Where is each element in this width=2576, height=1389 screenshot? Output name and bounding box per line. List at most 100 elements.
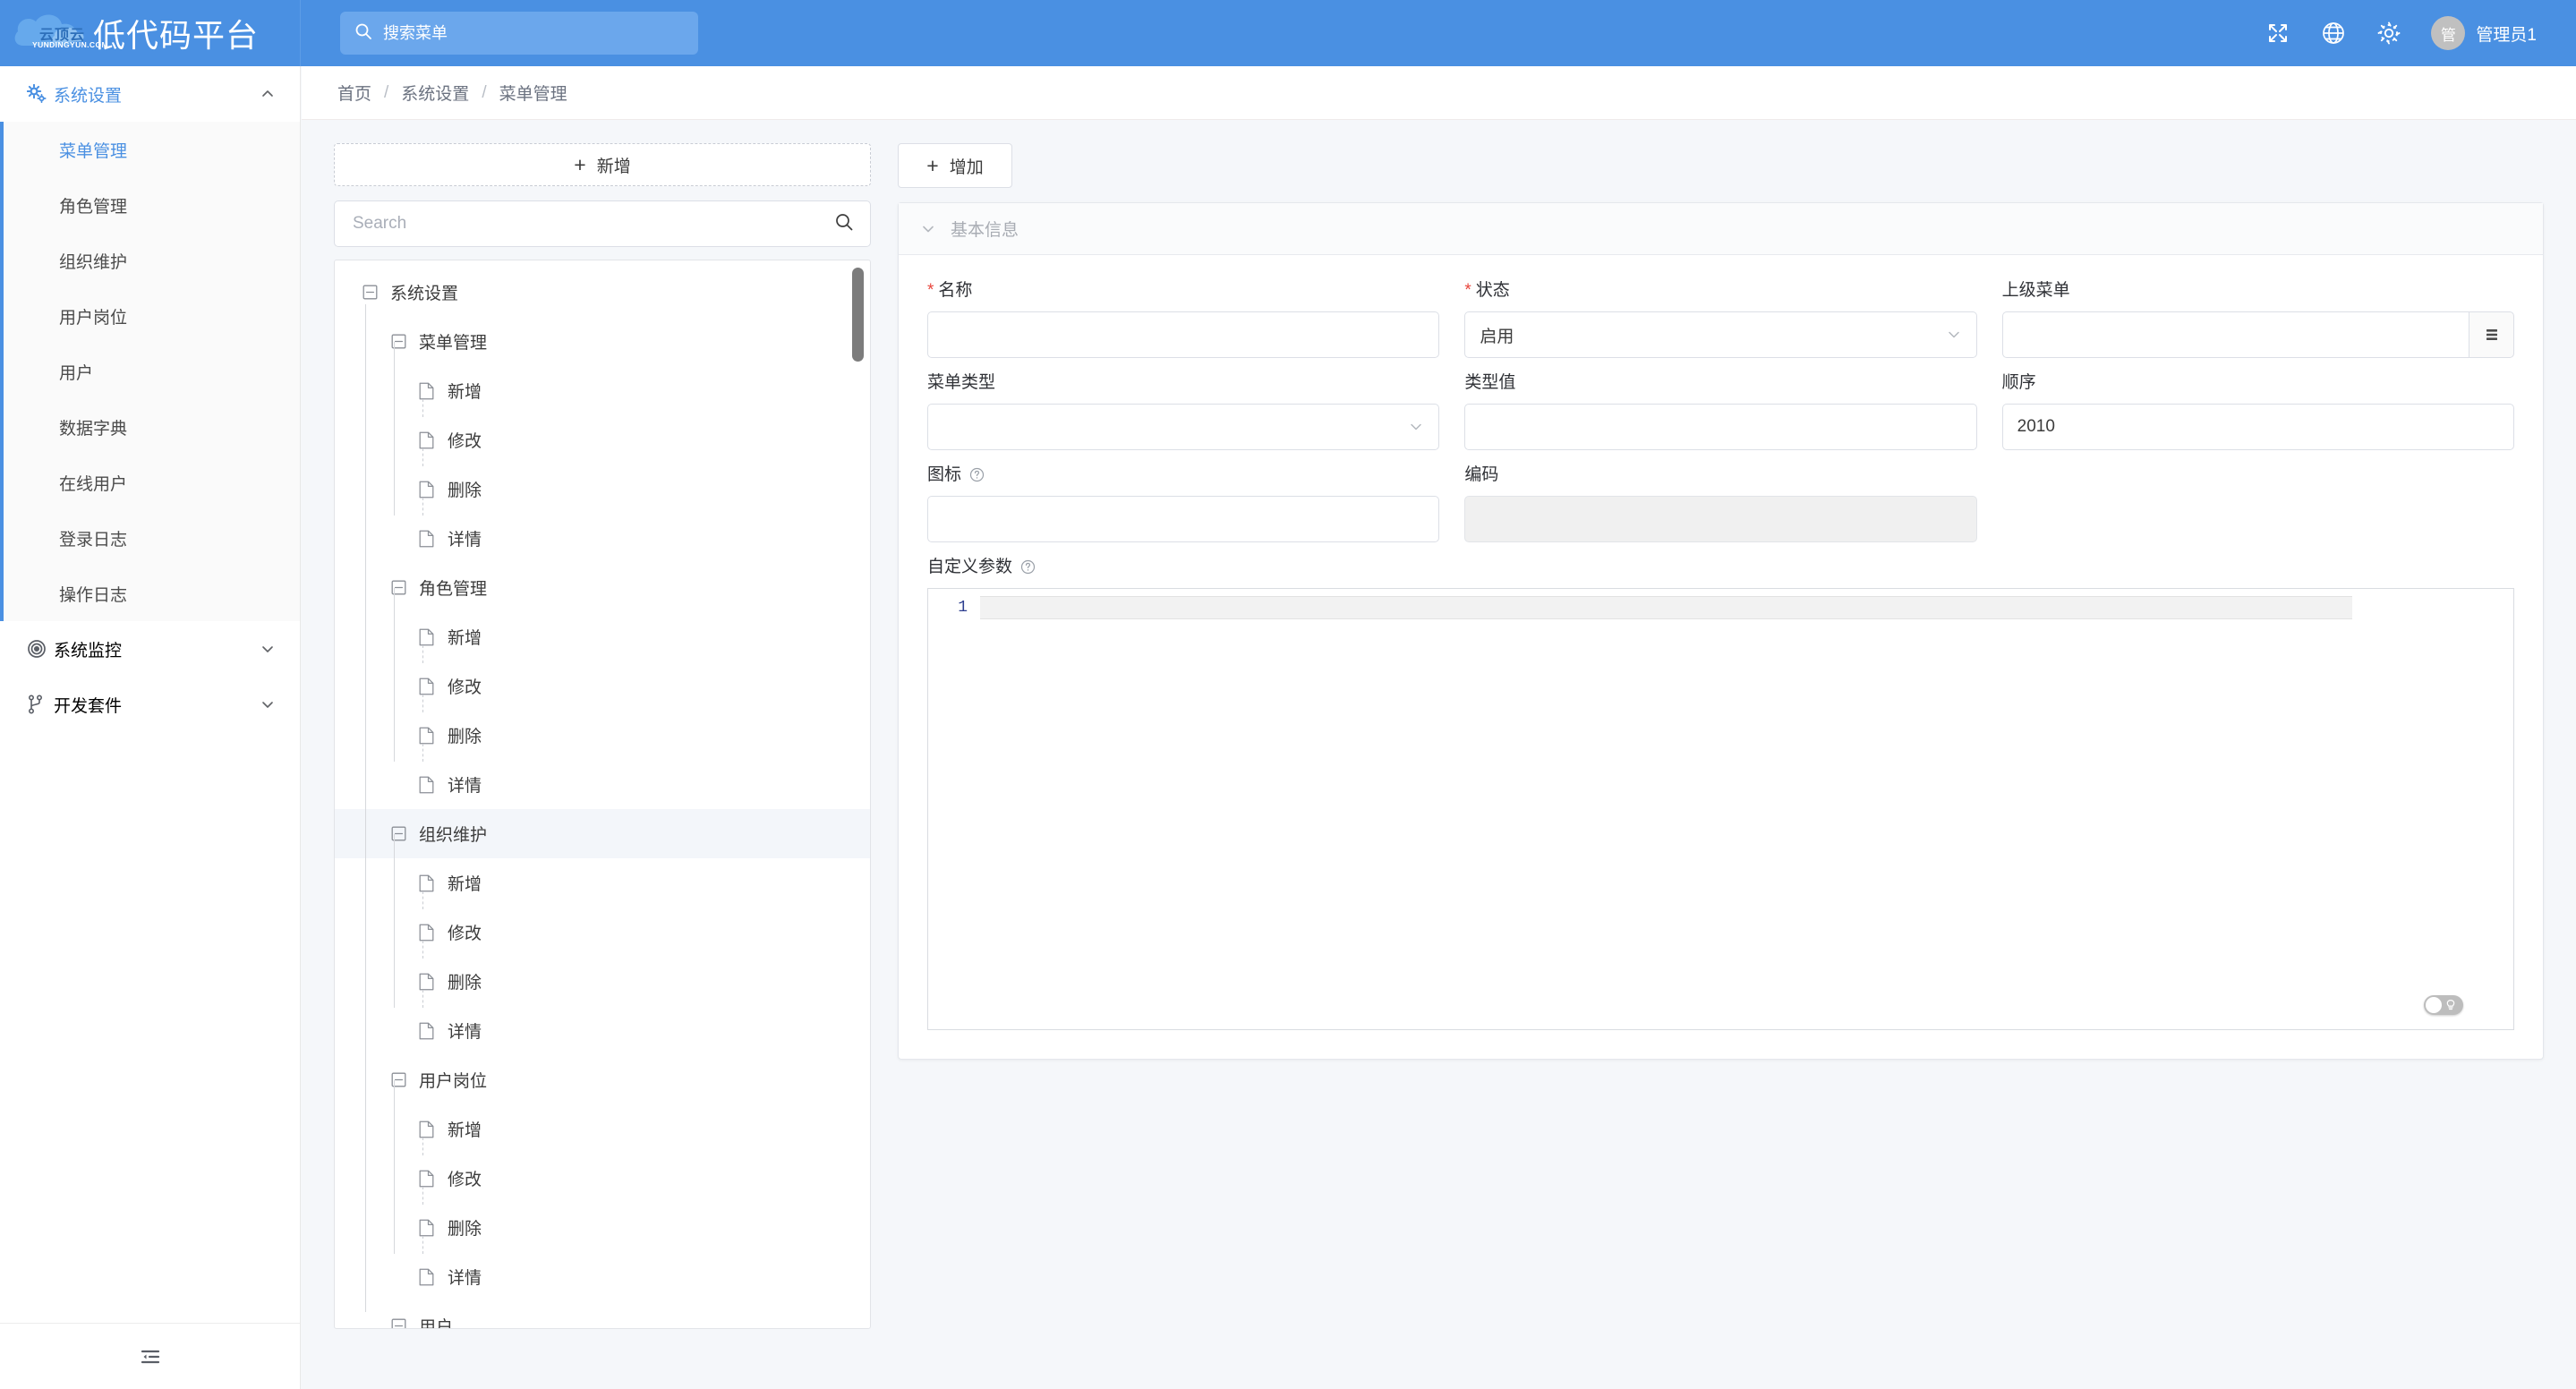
search-input[interactable]	[383, 23, 684, 43]
tree-node-leaf[interactable]: 新增	[335, 858, 870, 908]
required-marker: *	[927, 281, 934, 300]
tree-node-leaf[interactable]: 修改	[335, 661, 870, 711]
menu-search-box[interactable]	[340, 12, 698, 55]
status-select[interactable]: 启用	[1464, 311, 1977, 358]
tree-node-leaf[interactable]: 详情	[335, 1006, 870, 1055]
minus-square-icon[interactable]	[387, 1315, 410, 1328]
menu-fold-icon[interactable]	[138, 1344, 163, 1369]
tree-node-label: 组织维护	[419, 826, 488, 845]
sidebar-item-menu-management[interactable]: 菜单管理	[0, 122, 300, 177]
editor-code-area[interactable]	[980, 589, 2513, 1029]
tree-node-leaf[interactable]: 删除	[335, 1203, 870, 1252]
tree-node-label: 删除	[448, 1220, 482, 1239]
field-menu-type-label: 菜单类型	[927, 373, 996, 392]
tree-node-leaf[interactable]: 修改	[335, 908, 870, 957]
branch-icon	[27, 694, 54, 714]
icon-input[interactable]	[927, 496, 1440, 542]
chevron-down-icon[interactable]	[260, 697, 275, 712]
tree-sibling-dash	[422, 645, 423, 663]
tree-search-input[interactable]	[353, 214, 834, 234]
file-icon	[415, 527, 437, 550]
tree-node-branch[interactable]: 用户岗位	[335, 1055, 870, 1104]
plus-icon: +	[926, 153, 939, 177]
tree-node-leaf[interactable]: 详情	[335, 760, 870, 809]
tree-node-branch[interactable]: 菜单管理	[335, 317, 870, 366]
basic-info-panel-header[interactable]: 基本信息	[899, 203, 2543, 255]
tree-node-branch[interactable]: 角色管理	[335, 563, 870, 612]
parent-menu-input[interactable]	[2001, 311, 2469, 358]
breadcrumb-item-home[interactable]: 首页	[337, 81, 371, 105]
order-input[interactable]	[2001, 404, 2514, 450]
tree-node-leaf[interactable]: 详情	[335, 1252, 870, 1301]
tree-node-leaf[interactable]: 修改	[335, 415, 870, 464]
sidebar-item-login-log[interactable]: 登录日志	[0, 510, 300, 566]
tree-node-leaf[interactable]: 详情	[335, 514, 870, 563]
avatar[interactable]: 管	[2431, 16, 2466, 50]
sidebar-item-online-users[interactable]: 在线用户	[0, 455, 300, 510]
sidebar-item-label: 角色管理	[59, 197, 128, 217]
tree-node-label: 菜单管理	[419, 334, 488, 353]
chevron-down-icon[interactable]	[260, 642, 275, 656]
breadcrumb-separator: /	[482, 82, 487, 102]
minus-square-icon[interactable]	[387, 576, 410, 600]
sidebar-nav: 系统设置 菜单管理 角色管理 组织维护 用户岗位 用户 数据字典 在线用户 登录…	[0, 66, 300, 1323]
file-icon	[415, 970, 437, 993]
chevron-up-icon[interactable]	[260, 87, 275, 101]
minus-square-icon[interactable]	[387, 822, 410, 846]
tree-scrollbar[interactable]	[852, 268, 864, 362]
sidebar-group-system-settings[interactable]: 系统设置	[0, 66, 300, 122]
tree-node-label: 详情	[448, 1269, 482, 1288]
tree-node-leaf[interactable]: 修改	[335, 1154, 870, 1203]
menu-type-select[interactable]	[927, 404, 1440, 450]
breadcrumb-item-menu-management: 菜单管理	[499, 85, 567, 104]
tree-node-leaf[interactable]: 新增	[335, 1104, 870, 1154]
tree-node-leaf[interactable]: 删除	[335, 711, 870, 760]
breadcrumb-separator: /	[384, 82, 389, 102]
sidebar-group-system-monitor[interactable]: 系统监控	[0, 621, 300, 677]
sidebar-group-label: 开发套件	[54, 696, 123, 716]
sidebar-item-user[interactable]: 用户	[0, 344, 300, 399]
editor-gutter: 1	[928, 589, 980, 1029]
tree-branch-line	[394, 1079, 395, 1254]
tree-node-branch[interactable]: 用户	[335, 1301, 870, 1328]
tree-node-branch[interactable]: 系统设置	[335, 268, 870, 317]
name-input[interactable]	[927, 311, 1440, 358]
sidebar-item-role-management[interactable]: 角色管理	[0, 177, 300, 233]
target-icon	[27, 639, 54, 659]
gear-icon[interactable]	[2361, 0, 2417, 66]
minus-square-icon[interactable]	[358, 281, 381, 304]
logo-area[interactable]: 云顶云 YUNDINGYUN.COM 低代码平台	[0, 0, 301, 66]
username-label[interactable]: 管理员1	[2476, 21, 2537, 46]
chevron-down-icon	[1408, 419, 1424, 435]
sidebar-group-dev-kit[interactable]: 开发套件	[0, 677, 300, 732]
tree-add-button[interactable]: + 新增	[334, 143, 871, 186]
sidebar-item-data-dictionary[interactable]: 数据字典	[0, 399, 300, 455]
editor-line-number: 1	[958, 599, 968, 617]
sidebar-item-operation-log[interactable]: 操作日志	[0, 566, 300, 621]
tree-node-leaf[interactable]: 新增	[335, 612, 870, 661]
list-picker-icon[interactable]	[2469, 311, 2514, 358]
tree-node-leaf[interactable]: 新增	[335, 366, 870, 415]
type-value-input[interactable]	[1464, 404, 1977, 450]
sidebar-item-user-position[interactable]: 用户岗位	[0, 288, 300, 344]
fullscreen-icon[interactable]	[2250, 0, 2306, 66]
question-circle-icon[interactable]	[1020, 559, 1036, 575]
search-icon[interactable]	[834, 212, 854, 236]
question-circle-icon[interactable]	[969, 467, 985, 482]
editor-theme-toggle[interactable]	[2424, 995, 2463, 1015]
tree-sibling-dash	[422, 1187, 423, 1205]
sidebar-item-org-maintenance[interactable]: 组织维护	[0, 233, 300, 288]
custom-params-editor[interactable]: 1	[927, 588, 2514, 1030]
tree-search-box[interactable]	[334, 200, 871, 247]
globe-icon[interactable]	[2306, 0, 2361, 66]
minus-square-icon[interactable]	[387, 330, 410, 354]
form-add-button[interactable]: + 增加	[898, 143, 1012, 188]
menu-tree-panel: + 新增 系统设置菜单管理新增修改删除详情角色管理新增修改删除详情组织维护新增修…	[334, 143, 871, 1329]
sidebar-item-label: 在线用户	[59, 474, 128, 494]
tree-node-leaf[interactable]: 删除	[335, 957, 870, 1006]
breadcrumb-item-system-settings[interactable]: 系统设置	[401, 81, 469, 105]
tree-node-branch[interactable]: 组织维护	[335, 809, 870, 858]
custom-params-label: 自定义参数	[927, 553, 2514, 577]
minus-square-icon[interactable]	[387, 1069, 410, 1092]
tree-node-leaf[interactable]: 删除	[335, 464, 870, 514]
